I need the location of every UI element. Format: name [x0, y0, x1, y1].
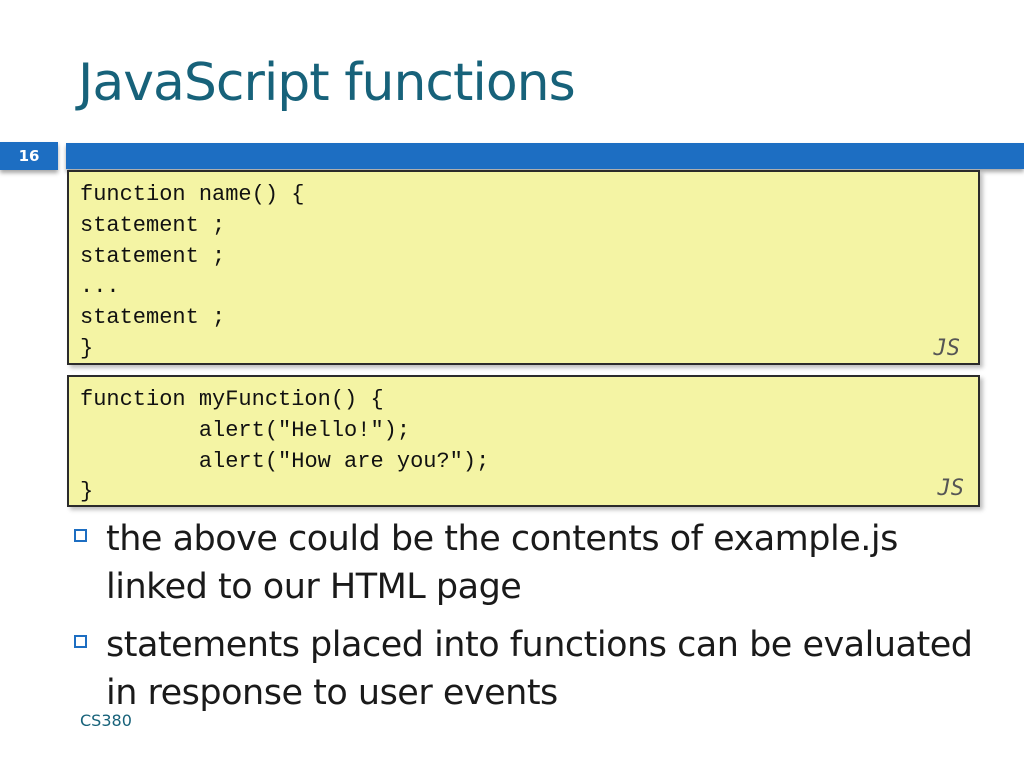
code-language-tag: JS	[933, 336, 961, 361]
code-block-text: function name() { statement ; statement …	[80, 182, 305, 361]
square-bullet-icon	[74, 635, 87, 648]
bullet-list: the above could be the contents of examp…	[74, 515, 974, 727]
code-block-example: function myFunction() { alert("Hello!");…	[67, 375, 980, 507]
slide-title: JavaScript functions	[78, 53, 576, 113]
bullet-text: statements placed into functions can be …	[106, 625, 973, 713]
square-bullet-icon	[74, 529, 87, 542]
title-accent-bar	[66, 143, 1024, 169]
code-language-tag: JS	[937, 476, 965, 501]
code-block-syntax: function name() { statement ; statement …	[67, 170, 980, 365]
slide-number: 16	[0, 142, 58, 170]
footer-course-code: CS380	[80, 711, 132, 730]
code-block-text: function myFunction() { alert("Hello!");…	[80, 387, 490, 505]
bullet-item: statements placed into functions can be …	[74, 621, 974, 717]
bullet-item: the above could be the contents of examp…	[74, 515, 974, 611]
bullet-text: the above could be the contents of examp…	[106, 519, 898, 607]
